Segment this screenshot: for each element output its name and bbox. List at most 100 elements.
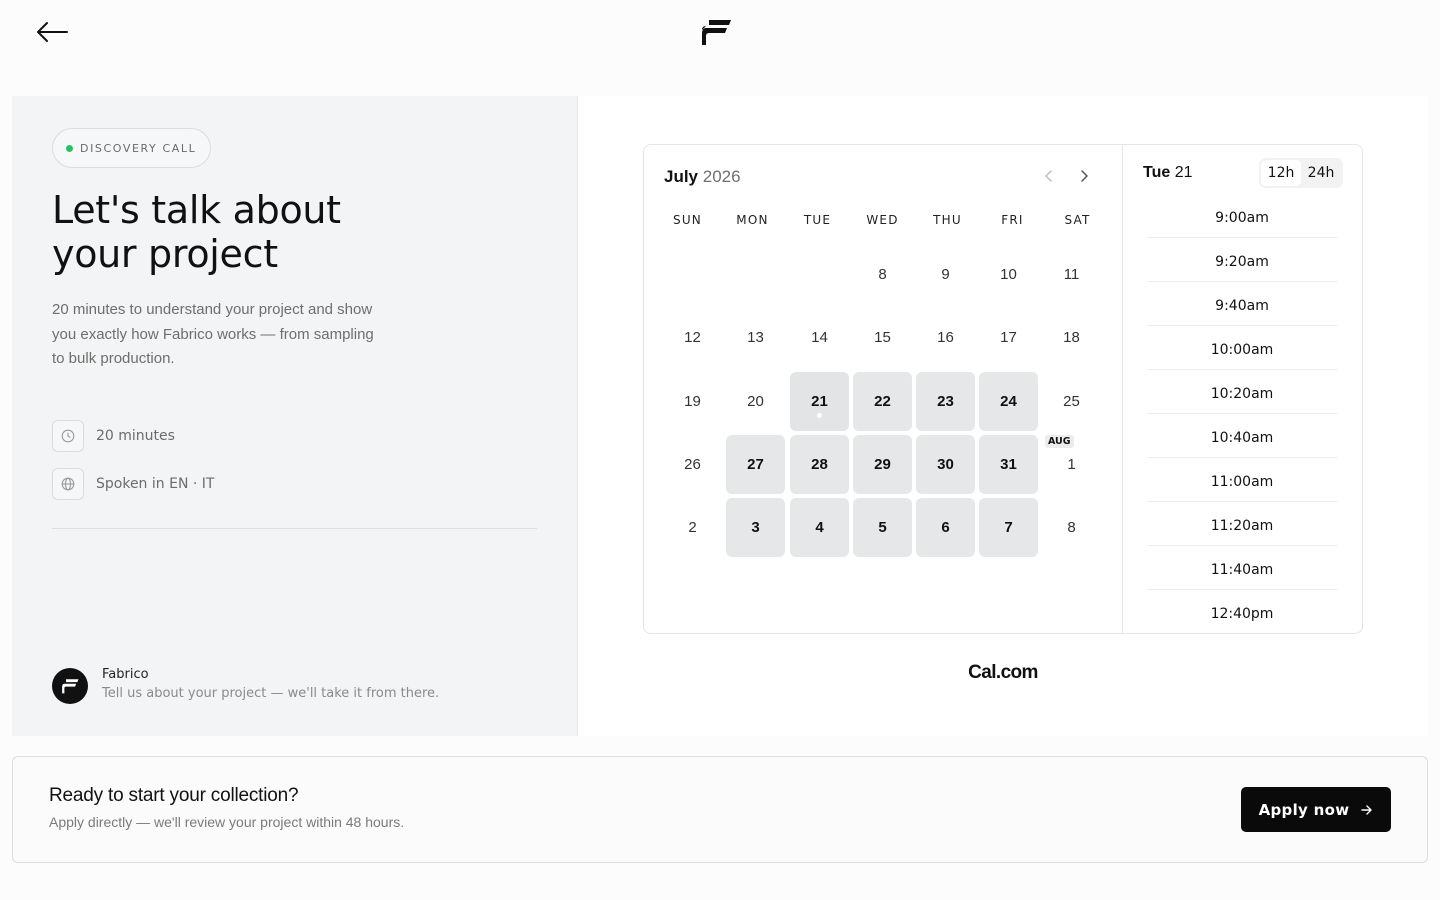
calendar-day-number: 23	[937, 393, 954, 410]
calendar-day-available[interactable]: 29	[853, 435, 912, 494]
cal-com-branding[interactable]: Cal.com	[578, 662, 1428, 684]
calendar-day: 9	[916, 245, 975, 304]
calendar-day-number: 4	[815, 519, 824, 536]
calendar-day: 2	[663, 498, 722, 557]
language-text: Spoken in EN · IT	[96, 476, 215, 492]
apply-now-label: Apply now	[1258, 800, 1350, 819]
organizer-tagline: Tell us about your project — we'll take …	[102, 686, 440, 701]
calendar-day-number: 12	[684, 329, 701, 346]
calendar-day: 10	[979, 245, 1038, 304]
calendar-day-number: 29	[874, 456, 891, 473]
calendar-day-available[interactable]: 31	[979, 435, 1038, 494]
time-slot[interactable]: 9:00am	[1147, 198, 1337, 238]
apply-banner: Ready to start your collection? Apply di…	[12, 756, 1428, 863]
time-slot[interactable]: 9:40am	[1147, 286, 1337, 326]
time-slot[interactable]: 9:20am	[1147, 242, 1337, 282]
calendar-day-number: 6	[941, 519, 950, 536]
calendar-day: 25	[1042, 372, 1101, 431]
calendar-day-number: 3	[751, 519, 760, 536]
fabrico-logo[interactable]	[700, 18, 732, 46]
next-month-button[interactable]	[1073, 165, 1095, 187]
time-slot[interactable]: 11:00am	[1147, 462, 1337, 502]
avatar	[52, 668, 88, 704]
divider	[52, 528, 537, 529]
event-type-label: DISCOVERY CALL	[80, 141, 197, 155]
calendar-day-available[interactable]: 27	[726, 435, 785, 494]
prev-month-button[interactable]	[1038, 165, 1060, 187]
calendar-day-number: 14	[811, 329, 828, 346]
back-button[interactable]	[34, 18, 70, 46]
event-info-panel: DISCOVERY CALL Let's talk about your pro…	[12, 96, 578, 736]
calendar-day-available[interactable]: 4	[790, 498, 849, 557]
weekday-label: FRI	[1001, 213, 1024, 227]
calendar-day-number: 27	[747, 456, 764, 473]
calendar-day: 14	[790, 308, 849, 367]
calendar-day-number: 7	[1004, 519, 1013, 536]
selected-date: Tue 21	[1143, 164, 1193, 182]
calendar-day-number: 1	[1067, 456, 1076, 473]
calendar-day-number: 26	[684, 456, 701, 473]
calendar-day-available[interactable]: 28	[790, 435, 849, 494]
calendar-day-number: 10	[1000, 266, 1017, 283]
today-indicator	[817, 413, 822, 418]
event-title-line-1: Let's talk about	[52, 188, 341, 232]
time-slot[interactable]: 12:40pm	[1147, 594, 1337, 633]
booking-panel: July 2026 SUN MON TUE WED THU FRI SAT 8 9 10 11 12…	[578, 96, 1428, 736]
calendar-day: 8	[1042, 498, 1101, 557]
calendar-day: 26	[663, 435, 722, 494]
chevron-left-icon	[1045, 170, 1052, 182]
calendar-day-number: 15	[874, 329, 891, 346]
format-24h-option[interactable]: 24h	[1301, 160, 1341, 186]
organizer-text: Fabrico Tell us about your project — we'…	[102, 664, 439, 704]
time-slot[interactable]: 10:20am	[1147, 374, 1337, 414]
calendar-day-available[interactable]: 6	[916, 498, 975, 557]
calendar-day-available[interactable]: 7	[979, 498, 1038, 557]
event-type-badge: DISCOVERY CALL	[52, 128, 212, 168]
weekday-label: SUN	[673, 213, 702, 227]
time-slot[interactable]: 10:00am	[1147, 330, 1337, 370]
duration-row: 20 minutes	[52, 420, 175, 452]
time-slot[interactable]: 11:20am	[1147, 506, 1337, 546]
globe-icon	[52, 468, 84, 500]
calendar-day-number: 17	[1000, 329, 1017, 346]
calendar-day-number: 25	[1063, 393, 1080, 410]
next-month-badge: AUG	[1045, 435, 1074, 448]
calendar-day-available[interactable]: 21	[790, 372, 849, 431]
calendar-day-number: 13	[747, 329, 764, 346]
calendar-day: 12	[663, 308, 722, 367]
calendar-day-available[interactable]: 23	[916, 372, 975, 431]
calendar-day-available[interactable]: 5	[853, 498, 912, 557]
calendar-day-available[interactable]: 30	[916, 435, 975, 494]
format-12h-option[interactable]: 12h	[1261, 160, 1301, 186]
calendar-day-available[interactable]: 24	[979, 372, 1038, 431]
time-slot[interactable]: 11:40am	[1147, 550, 1337, 590]
calendar-day-available[interactable]: 3	[726, 498, 785, 557]
weekday-header: SUN MON TUE WED THU FRI SAT	[655, 213, 1110, 227]
calendar-day-number: 9	[941, 266, 950, 283]
calendar-day: 15	[853, 308, 912, 367]
chevron-right-icon	[1081, 170, 1088, 182]
calendar-day-number: 19	[684, 393, 701, 410]
calendar-day-number: 11	[1063, 266, 1080, 283]
calendar-day-available[interactable]: 22	[853, 372, 912, 431]
arrow-right-icon	[1361, 804, 1373, 815]
weekday-label: WED	[866, 213, 899, 227]
month-year: 2026	[702, 167, 741, 186]
event-title: Let's talk about your project	[52, 188, 472, 276]
time-slot[interactable]: 10:40am	[1147, 418, 1337, 458]
calendar-day-number: 8	[1067, 519, 1076, 536]
calendar-day: 11	[1042, 245, 1101, 304]
calendar-day-number: 31	[1000, 456, 1017, 473]
arrow-left-icon	[37, 22, 68, 42]
top-bar	[0, 0, 1440, 64]
calendar-day-number: 8	[878, 266, 887, 283]
calendar-day: 16	[916, 308, 975, 367]
calendar-day-number: 21	[811, 393, 828, 410]
banner-subtitle: Apply directly — we'll review your proje…	[49, 814, 405, 830]
apply-now-button[interactable]: Apply now	[1241, 787, 1391, 832]
booker-widget: July 2026 SUN MON TUE WED THU FRI SAT 8 9 10 11 12…	[643, 144, 1363, 634]
calendar-day: 18	[1042, 308, 1101, 367]
language-row: Spoken in EN · IT	[52, 468, 214, 500]
time-slots-column: Tue 21 12h 24h 9:00am 9:20am 9:40am 10:00am…	[1122, 145, 1362, 633]
status-dot	[66, 144, 73, 152]
